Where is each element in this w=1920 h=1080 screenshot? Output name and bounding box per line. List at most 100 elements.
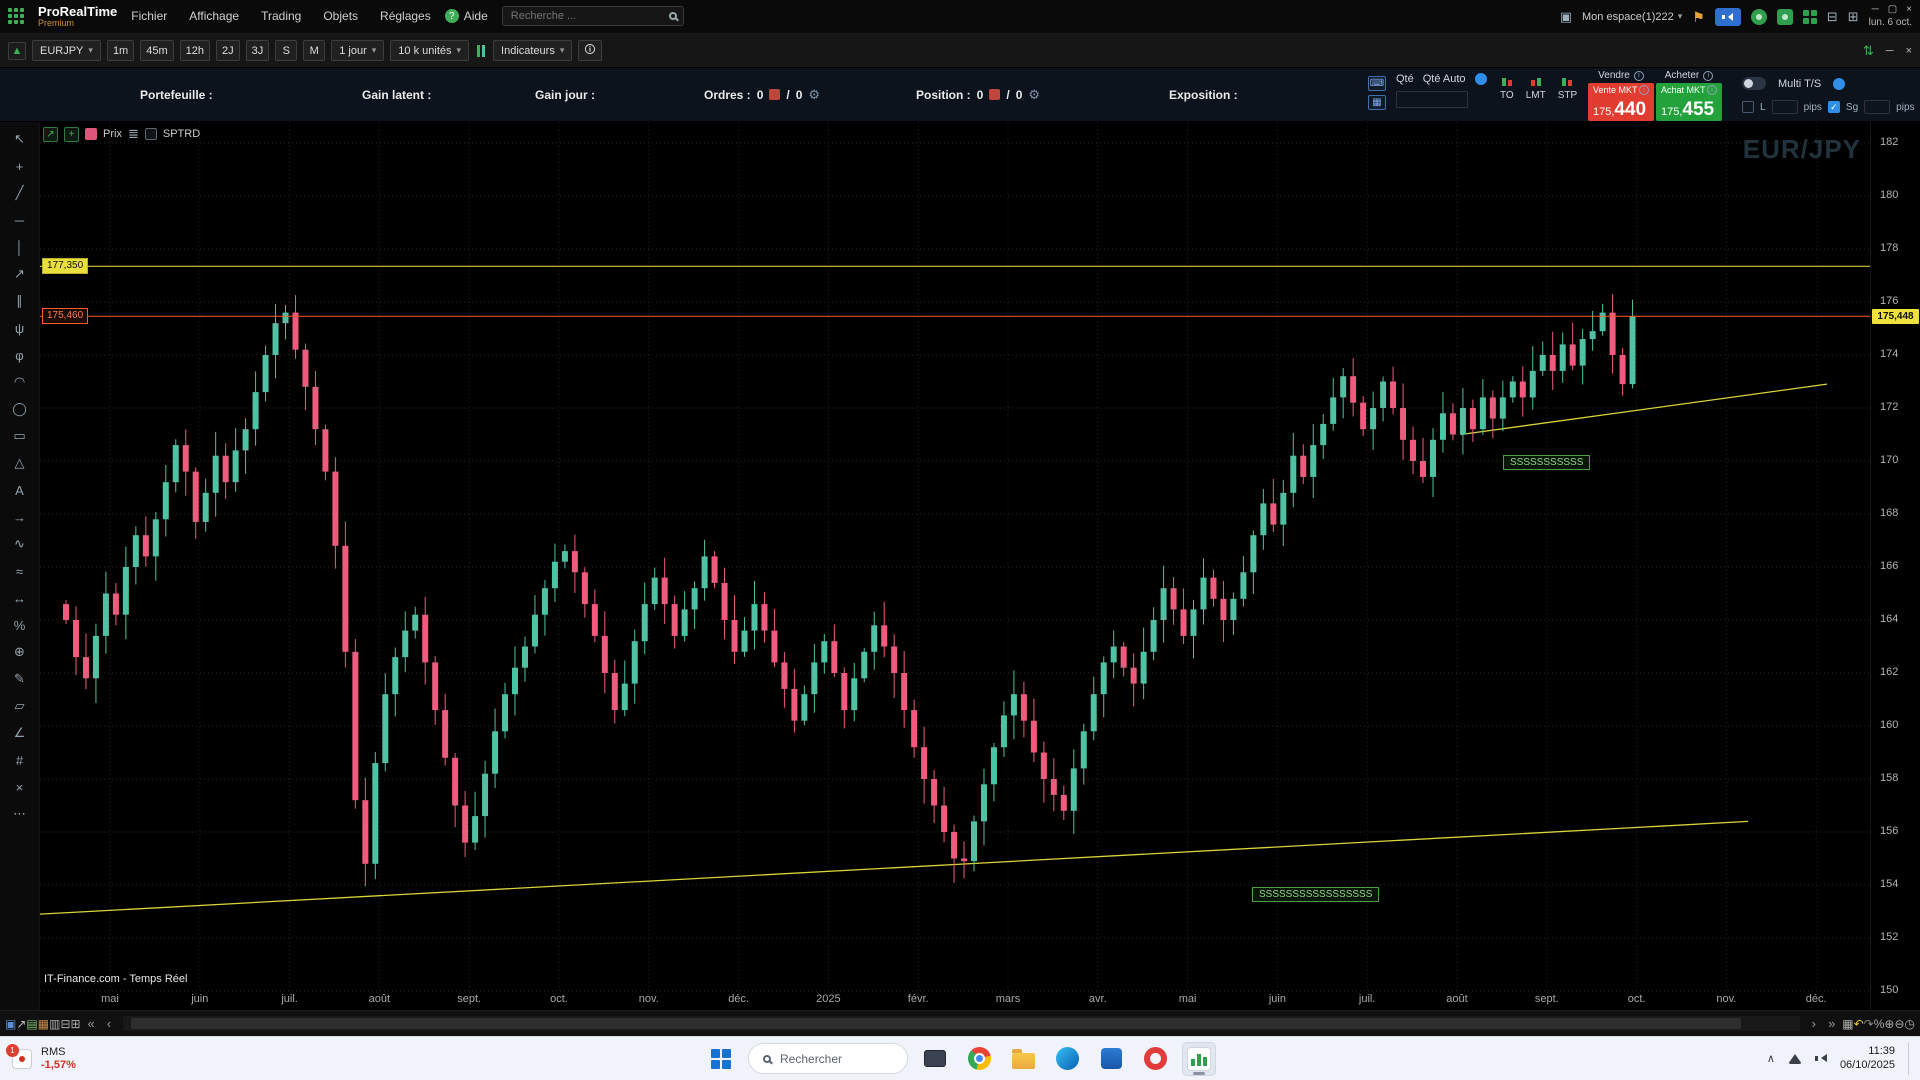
screens-icon[interactable]: ⊟ [1827, 10, 1838, 23]
triangle-tool-icon[interactable]: △ [7, 451, 33, 475]
symbol-dropdown[interactable]: EURJPY▾ [32, 40, 101, 61]
indicators-dropdown[interactable]: Indicateurs▾ [493, 40, 572, 61]
percent-tool-icon[interactable]: % [7, 613, 33, 637]
window-icon[interactable]: ▣ [5, 1017, 16, 1031]
chart-annotation[interactable]: SSSSSSSSSSSSSSSSS [1252, 887, 1379, 902]
search-icon[interactable] [669, 12, 677, 20]
chart-scrollbar-thumb[interactable] [131, 1018, 1742, 1029]
orders-icon[interactable] [769, 89, 780, 100]
price-series-icon[interactable] [85, 128, 97, 140]
apps-grid-icon[interactable] [1803, 10, 1817, 24]
fibonacci-tool-icon[interactable]: φ [7, 343, 33, 367]
trading-mode-toggle[interactable] [1742, 77, 1766, 90]
limit-checkbox[interactable] [1742, 101, 1754, 113]
stop-checkbox[interactable]: ✓ [1828, 101, 1840, 113]
layout-4-icon[interactable]: ⊞ [71, 1017, 81, 1031]
green-tools-icon[interactable] [1777, 9, 1793, 25]
delete-tool-icon[interactable]: × [7, 775, 33, 799]
pitchfork-tool-icon[interactable]: ψ [7, 316, 33, 340]
community-icon[interactable] [1751, 9, 1767, 25]
menu-aide[interactable]: ? Aide [445, 9, 488, 23]
scroll-far-right-button[interactable]: » [1824, 1016, 1839, 1031]
show-desktop-button[interactable] [1908, 1043, 1912, 1075]
zigzag-tool-icon[interactable]: ∿ [7, 532, 33, 556]
info-button[interactable]: 🛈 [578, 40, 601, 61]
vertical-line-tool-icon[interactable]: │ [7, 235, 33, 259]
expand-icon[interactable]: ↗ [43, 127, 58, 142]
cursor-tool-icon[interactable]: ↖ [7, 127, 33, 151]
arrow-tool-icon[interactable]: → [7, 505, 33, 529]
sound-button[interactable] [1715, 8, 1741, 26]
taskbar-app-explorer[interactable] [918, 1042, 952, 1076]
taskbar-app-opera[interactable] [1138, 1042, 1172, 1076]
timeframe-m[interactable]: M [303, 40, 325, 61]
grid-tool-tool-icon[interactable]: # [7, 748, 33, 772]
parallel-channel-tool-icon[interactable]: ∥ [7, 289, 33, 313]
keyboard-icon[interactable]: ⌨ [1368, 76, 1386, 91]
menu-fichier[interactable]: Fichier [131, 9, 167, 23]
layout-icon[interactable]: ⊞ [1848, 10, 1859, 23]
list-icon[interactable]: ≣ [128, 126, 139, 142]
search-box[interactable] [502, 6, 684, 26]
eraser-tool-icon[interactable]: ▱ [7, 694, 33, 718]
scroll-left-button[interactable]: ‹ [102, 1016, 117, 1031]
period-dropdown[interactable]: 1 jour▾ [331, 40, 384, 61]
angle-tool-icon[interactable]: ∠ [7, 721, 33, 745]
menu-trading[interactable]: Trading [261, 9, 301, 23]
upper-line-price-label[interactable]: 177,350 [42, 258, 88, 274]
table-icon[interactable]: ▦ [38, 1017, 49, 1031]
start-button[interactable] [704, 1042, 738, 1076]
menu-objets[interactable]: Objets [323, 9, 358, 23]
menu-reglages[interactable]: Réglages [380, 9, 431, 23]
window-minimize-button[interactable]: ─ [1886, 45, 1894, 57]
minimize-button[interactable]: ─ [1872, 5, 1879, 15]
tray-chevron-icon[interactable]: ∧ [1767, 1052, 1775, 1065]
chart-plot[interactable]: EUR/JPY ↗ + Prix ≣ SPTRD 177,350 175,460… [40, 122, 1870, 1010]
stop-pips-input[interactable] [1864, 100, 1890, 114]
undo-icon[interactable]: ↶ [1854, 1017, 1864, 1031]
share-icon[interactable]: ↗ [16, 1017, 26, 1031]
chart-annotation[interactable]: SSSSSSSSSSS [1503, 455, 1590, 470]
sell-info-icon[interactable]: i [1634, 71, 1644, 81]
orders-settings-icon[interactable]: ⚙ [808, 87, 820, 103]
qty-auto-toggle[interactable] [1475, 73, 1487, 85]
limit-pips-input[interactable] [1772, 100, 1798, 114]
taskbar-app-blue[interactable] [1094, 1042, 1128, 1076]
chart-scrollbar[interactable] [123, 1016, 1801, 1031]
sell-market-button[interactable]: Vente MKTi 175,440 [1588, 83, 1654, 121]
volume-icon[interactable] [1815, 1053, 1827, 1064]
order-type-to[interactable]: TO [1500, 78, 1514, 101]
network-icon[interactable] [1788, 1054, 1802, 1064]
screenshot-icon[interactable]: ▤ [26, 1017, 37, 1031]
trendline-tool-icon[interactable]: ╱ [7, 181, 33, 205]
zoom-in-icon[interactable]: ⊕ [1884, 1017, 1894, 1031]
timeframe-2j[interactable]: 2J [216, 40, 240, 61]
calendar-icon[interactable]: ▦ [1842, 1017, 1853, 1031]
measure-tool-icon[interactable]: ↔ [7, 586, 33, 610]
buy-info-icon[interactable]: i [1703, 71, 1713, 81]
search-input[interactable] [509, 9, 669, 23]
pencil-tool-icon[interactable]: ✎ [7, 667, 33, 691]
close-button[interactable]: × [1906, 5, 1912, 15]
timeframe-1m[interactable]: 1m [107, 40, 134, 61]
timeframe-s[interactable]: S [275, 40, 297, 61]
position-icon[interactable] [989, 89, 1000, 100]
price-chart[interactable] [40, 122, 1870, 1010]
layout-2-icon[interactable]: ⊟ [60, 1017, 70, 1031]
ellipse-tool-icon[interactable]: ◯ [7, 397, 33, 421]
taskbar-app-chrome[interactable] [962, 1042, 996, 1076]
rectangle-tool-icon[interactable]: ▭ [7, 424, 33, 448]
taskbar-app-edge[interactable] [1050, 1042, 1084, 1076]
horizontal-line-tool-icon[interactable]: ─ [7, 208, 33, 232]
menu-affichage[interactable]: Affichage [189, 9, 239, 23]
timeframe-45m[interactable]: 45m [140, 40, 173, 61]
scroll-right-button[interactable]: › [1806, 1016, 1821, 1031]
magnet-tool-icon[interactable]: ⊕ [7, 640, 33, 664]
taskbar-app-prorealtime[interactable] [1182, 1042, 1216, 1076]
text-tool-icon[interactable]: A [7, 478, 33, 502]
taskbar-search[interactable]: Rechercher [748, 1043, 908, 1074]
order-type-lmt[interactable]: LMT [1526, 78, 1546, 101]
calculator-icon[interactable]: ▦ [1368, 95, 1386, 110]
stock-widget[interactable]: 1 RMS -1,57% [12, 1046, 76, 1071]
sync-arrows-icon[interactable]: ⇅ [1863, 43, 1874, 59]
